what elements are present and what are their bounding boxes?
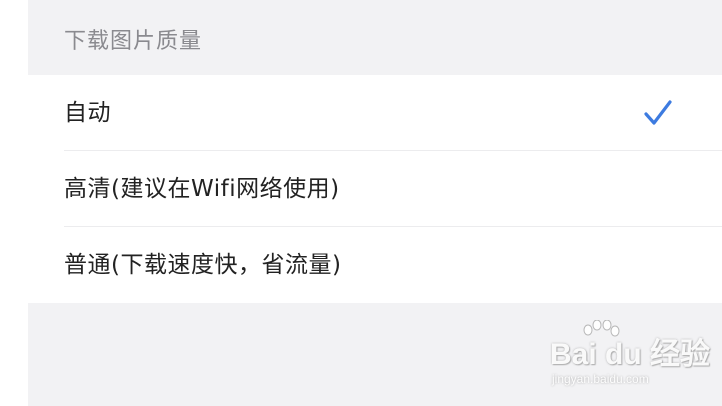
watermark-url: jingyan.baidu.com [552, 372, 649, 386]
watermark-logo: Bai du 经验 [550, 338, 711, 371]
option-high-quality[interactable]: 高清(建议在Wifi网络使用) [28, 151, 722, 227]
section-title: 下载图片质量 [64, 29, 203, 54]
image-quality-options: 自动 高清(建议在Wifi网络使用) 普通(下载速度快，省流量) [28, 75, 722, 303]
option-label: 自动 [64, 100, 111, 126]
section-header: 下载图片质量 [28, 0, 722, 75]
baidu-jingyan-watermark: Bai du 经验 jingyan.baidu.com [550, 320, 720, 390]
checkmark-icon [644, 100, 672, 125]
screen: 下载图片质量 自动 高清(建议在Wifi网络使用) 普通(下载速度快，省流量) [0, 0, 722, 406]
option-label: 高清(建议在Wifi网络使用) [64, 176, 340, 202]
option-normal-quality[interactable]: 普通(下载速度快，省流量) [28, 227, 722, 303]
option-label: 普通(下载速度快，省流量) [64, 252, 342, 278]
option-auto[interactable]: 自动 [28, 75, 722, 151]
